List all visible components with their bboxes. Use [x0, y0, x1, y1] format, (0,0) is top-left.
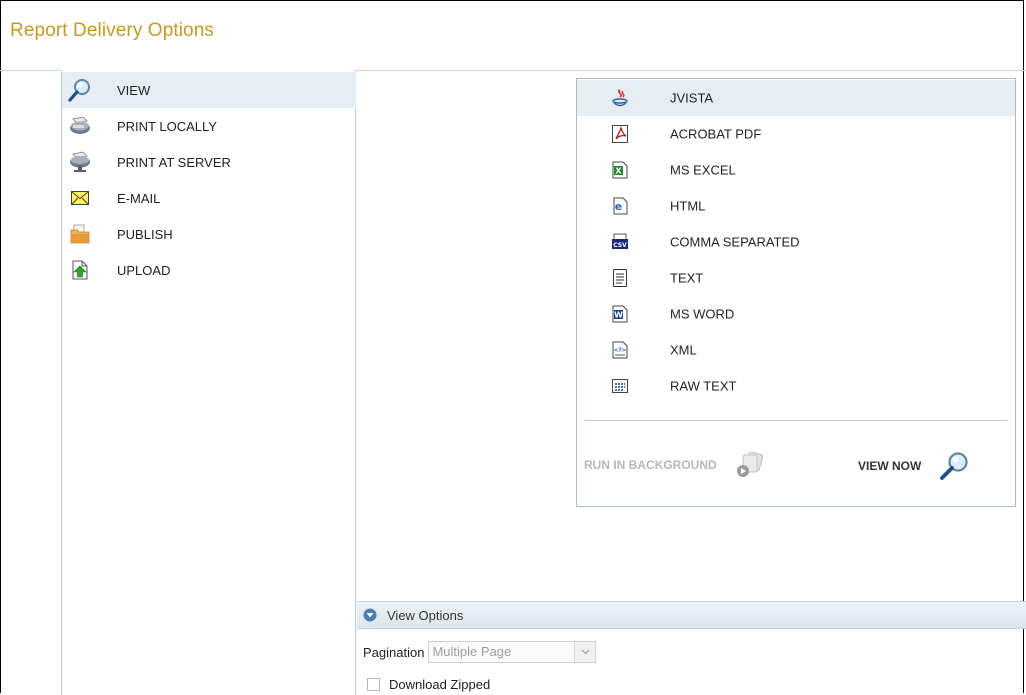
format-item-label: JVISTA [670, 90, 714, 106]
csv-icon: CSV [610, 232, 630, 252]
svg-text:CSV: CSV [613, 242, 627, 249]
svg-text:<?>: <?> [614, 346, 626, 354]
html-icon: e [610, 196, 630, 216]
svg-text:W: W [614, 311, 623, 320]
format-item-acrobat-pdf[interactable]: ACROBAT PDF [577, 116, 1015, 152]
format-item-raw-text[interactable]: RAW TEXT [577, 368, 1015, 404]
server-printer-icon [68, 150, 92, 174]
delivery-method-list: VIEW PRINT LOCALLY PRINT AT SERVER E-MAI… [61, 70, 356, 695]
chevron-down-icon [574, 642, 596, 662]
delivery-item-print-at-server[interactable]: PRINT AT SERVER [62, 144, 356, 180]
pagination-label: Pagination [363, 644, 425, 660]
format-item-label: ACROBAT PDF [670, 126, 762, 142]
format-divider [585, 420, 1007, 421]
pagination-row: Pagination Multiple Page [363, 641, 597, 663]
delivery-item-print-locally[interactable]: PRINT LOCALLY [62, 108, 356, 144]
run-background-icon [735, 452, 765, 478]
download-zipped-checkbox[interactable] [367, 678, 380, 691]
format-item-label: MS WORD [670, 306, 735, 322]
view-now-label: VIEW NOW [858, 459, 922, 473]
folder-icon [68, 222, 92, 246]
delivery-item-view[interactable]: VIEW [62, 72, 356, 108]
download-zipped-label: Download Zipped [389, 677, 491, 692]
delivery-item-label: UPLOAD [117, 262, 171, 278]
printer-icon [68, 114, 92, 138]
format-item-jvista[interactable]: JVISTA [577, 80, 1015, 116]
download-zipped-row: Download Zipped [367, 677, 490, 692]
excel-icon: X [610, 160, 630, 180]
pagination-value: Multiple Page [432, 644, 512, 659]
format-item-label: XML [670, 342, 697, 358]
delivery-item-label: PUBLISH [117, 226, 173, 242]
view-now-button[interactable]: VIEW NOW [858, 451, 969, 481]
page-title: Report Delivery Options [10, 20, 214, 41]
format-item-label: HTML [670, 198, 706, 214]
format-item-text[interactable]: TEXT [577, 260, 1015, 296]
format-panel: JVISTA ACROBAT PDF X MS EXCEL e HTML CSV… [576, 78, 1016, 507]
pdf-icon [610, 124, 630, 144]
format-item-ms-word[interactable]: W MS WORD [577, 296, 1015, 332]
format-item-xml[interactable]: <?> XML [577, 332, 1015, 368]
delivery-item-upload[interactable]: UPLOAD [62, 252, 356, 288]
svg-text:X: X [615, 167, 622, 176]
format-item-label: MS EXCEL [670, 162, 736, 178]
format-item-label: RAW TEXT [670, 378, 737, 394]
upload-icon [68, 258, 92, 282]
word-icon: W [610, 304, 630, 324]
format-item-ms-excel[interactable]: X MS EXCEL [577, 152, 1015, 188]
delivery-item-publish[interactable]: PUBLISH [62, 216, 356, 252]
text-file-icon [610, 268, 630, 288]
format-item-html[interactable]: e HTML [577, 188, 1015, 224]
jvista-icon [610, 88, 630, 108]
magnifier-icon [68, 78, 92, 102]
view-options-header[interactable]: View Options [357, 601, 1026, 629]
delivery-item-email[interactable]: E-MAIL [62, 180, 356, 216]
pagination-select[interactable]: Multiple Page [428, 641, 597, 663]
magnifier-icon [939, 451, 969, 481]
delivery-item-label: VIEW [117, 82, 151, 98]
run-in-background-button[interactable]: RUN IN BACKGROUND [584, 452, 765, 478]
raw-text-icon [610, 376, 630, 396]
delivery-item-label: E-MAIL [117, 190, 161, 206]
envelope-icon [68, 186, 92, 210]
view-options-title: View Options [387, 607, 464, 623]
delivery-item-label: PRINT LOCALLY [117, 118, 217, 134]
format-item-comma-separated[interactable]: CSV COMMA SEPARATED [577, 224, 1015, 260]
chevron-down-icon [363, 608, 377, 622]
run-in-background-label: RUN IN BACKGROUND [584, 458, 717, 472]
format-item-label: COMMA SEPARATED [670, 234, 800, 250]
xml-icon: <?> [610, 340, 630, 360]
delivery-item-label: PRINT AT SERVER [117, 154, 231, 170]
format-item-label: TEXT [670, 270, 704, 286]
svg-text:e: e [615, 200, 622, 213]
